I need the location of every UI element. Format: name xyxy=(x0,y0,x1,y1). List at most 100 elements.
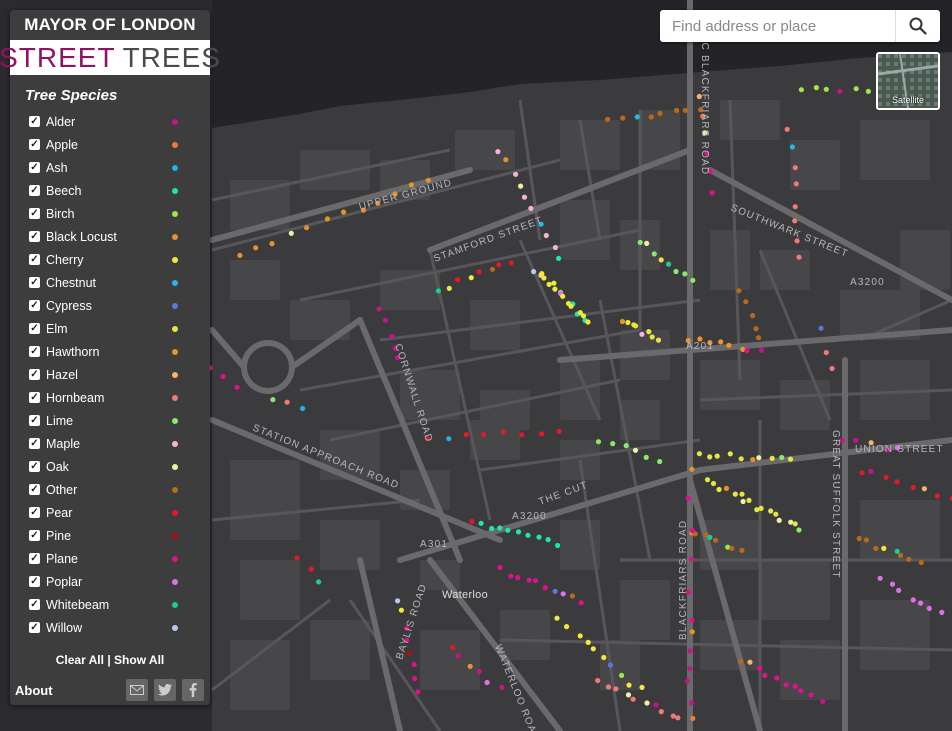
tree-marker[interactable] xyxy=(746,497,752,503)
tree-marker[interactable] xyxy=(658,709,664,715)
tree-marker[interactable] xyxy=(653,702,659,708)
tree-marker[interactable] xyxy=(856,535,862,542)
species-item-willow[interactable]: ✓ Willow xyxy=(10,616,210,639)
tree-marker[interactable] xyxy=(873,545,879,552)
facebook-icon[interactable] xyxy=(182,679,204,701)
tree-marker[interactable] xyxy=(578,600,584,606)
tree-marker[interactable] xyxy=(773,511,779,517)
tree-marker[interactable] xyxy=(633,323,639,329)
tree-marker[interactable] xyxy=(590,646,596,652)
tree-marker[interactable] xyxy=(469,518,475,525)
tree-marker[interactable] xyxy=(551,280,557,286)
tree-marker[interactable] xyxy=(859,470,865,476)
tree-marker[interactable] xyxy=(395,598,401,604)
tree-marker[interactable] xyxy=(779,454,785,461)
tree-marker[interactable] xyxy=(682,271,688,277)
search-button[interactable] xyxy=(895,10,940,42)
tree-marker[interactable] xyxy=(727,451,733,457)
tree-marker[interactable] xyxy=(696,451,703,457)
tree-marker[interactable] xyxy=(341,209,347,215)
tree-marker[interactable] xyxy=(796,527,802,533)
checkbox[interactable]: ✓ xyxy=(29,208,40,219)
tree-marker[interactable] xyxy=(646,329,652,335)
tree-marker[interactable] xyxy=(284,399,290,405)
tree-marker[interactable] xyxy=(939,609,945,616)
tree-marker[interactable] xyxy=(689,528,695,534)
tree-marker[interactable] xyxy=(555,542,561,549)
twitter-icon[interactable] xyxy=(154,679,176,701)
tree-marker[interactable] xyxy=(837,88,843,94)
species-item-cherry[interactable]: ✓ Cherry xyxy=(10,248,210,271)
checkbox[interactable]: ✓ xyxy=(29,415,40,426)
tree-marker[interactable] xyxy=(528,205,534,211)
tree-marker[interactable] xyxy=(634,114,640,120)
tree-marker[interactable] xyxy=(898,552,904,559)
tree-marker[interactable] xyxy=(743,299,749,305)
tree-marker[interactable] xyxy=(729,545,735,552)
tree-marker[interactable] xyxy=(658,257,664,263)
tree-marker[interactable] xyxy=(713,537,719,543)
tree-marker[interactable] xyxy=(736,288,742,294)
tree-marker[interactable] xyxy=(481,432,487,438)
tree-marker[interactable] xyxy=(670,713,676,719)
tree-marker[interactable] xyxy=(655,337,662,343)
tree-marker[interactable] xyxy=(740,498,746,505)
checkbox[interactable]: ✓ xyxy=(29,507,40,518)
tree-marker[interactable] xyxy=(687,666,693,672)
tree-marker[interactable] xyxy=(515,574,521,581)
tree-marker[interactable] xyxy=(682,107,688,113)
tree-marker[interactable] xyxy=(739,547,745,554)
show-all-link[interactable]: Show All xyxy=(114,653,164,667)
tree-marker[interactable] xyxy=(536,534,542,540)
tree-marker[interactable] xyxy=(684,678,691,684)
checkbox[interactable]: ✓ xyxy=(29,116,40,127)
tree-marker[interactable] xyxy=(546,281,552,287)
tree-marker[interactable] xyxy=(787,456,794,462)
tree-marker[interactable] xyxy=(560,591,566,597)
checkbox[interactable]: ✓ xyxy=(29,392,40,403)
tree-marker[interactable] xyxy=(687,648,693,654)
tree-marker[interactable] xyxy=(552,286,558,292)
tree-marker[interactable] xyxy=(620,115,626,121)
tree-marker[interactable] xyxy=(577,633,583,639)
checkbox[interactable]: ✓ xyxy=(29,323,40,334)
species-item-birch[interactable]: ✓ Birch xyxy=(10,202,210,225)
tree-marker[interactable] xyxy=(585,639,591,646)
tree-marker[interactable] xyxy=(585,319,591,325)
tree-marker[interactable] xyxy=(753,326,759,332)
species-item-hornbeam[interactable]: ✓ Hornbeam xyxy=(10,386,210,409)
tree-marker[interactable] xyxy=(926,605,932,612)
tree-marker[interactable] xyxy=(316,579,322,585)
tree-marker[interactable] xyxy=(853,86,859,92)
tree-marker[interactable] xyxy=(543,232,549,239)
tree-marker[interactable] xyxy=(497,564,503,571)
tree-marker[interactable] xyxy=(798,688,804,694)
checkbox[interactable]: ✓ xyxy=(29,622,40,633)
tree-marker[interactable] xyxy=(500,429,506,435)
tree-marker[interactable] xyxy=(412,675,418,682)
tree-marker[interactable] xyxy=(910,484,916,490)
tree-marker[interactable] xyxy=(666,261,672,267)
tree-marker[interactable] xyxy=(496,262,502,268)
tree-marker[interactable] xyxy=(750,313,756,319)
tree-marker[interactable] xyxy=(648,114,654,120)
tree-marker[interactable] xyxy=(818,325,824,331)
tree-marker[interactable] xyxy=(707,454,713,460)
tree-marker[interactable] xyxy=(630,696,636,702)
tree-marker[interactable] xyxy=(605,684,612,690)
tree-marker[interactable] xyxy=(435,288,441,294)
tree-marker[interactable] xyxy=(792,218,798,224)
checkbox[interactable]: ✓ xyxy=(29,438,40,449)
tree-marker[interactable] xyxy=(689,466,695,472)
tree-marker[interactable] xyxy=(632,447,639,453)
tree-marker[interactable] xyxy=(865,88,872,94)
tree-marker[interactable] xyxy=(910,597,916,603)
tree-marker[interactable] xyxy=(863,537,870,543)
email-icon[interactable] xyxy=(126,679,148,701)
tree-marker[interactable] xyxy=(484,679,490,686)
tree-marker[interactable] xyxy=(545,537,551,543)
tree-marker[interactable] xyxy=(829,365,835,372)
tree-marker[interactable] xyxy=(623,443,629,449)
tree-marker[interactable] xyxy=(643,454,649,460)
tree-marker[interactable] xyxy=(792,683,798,689)
